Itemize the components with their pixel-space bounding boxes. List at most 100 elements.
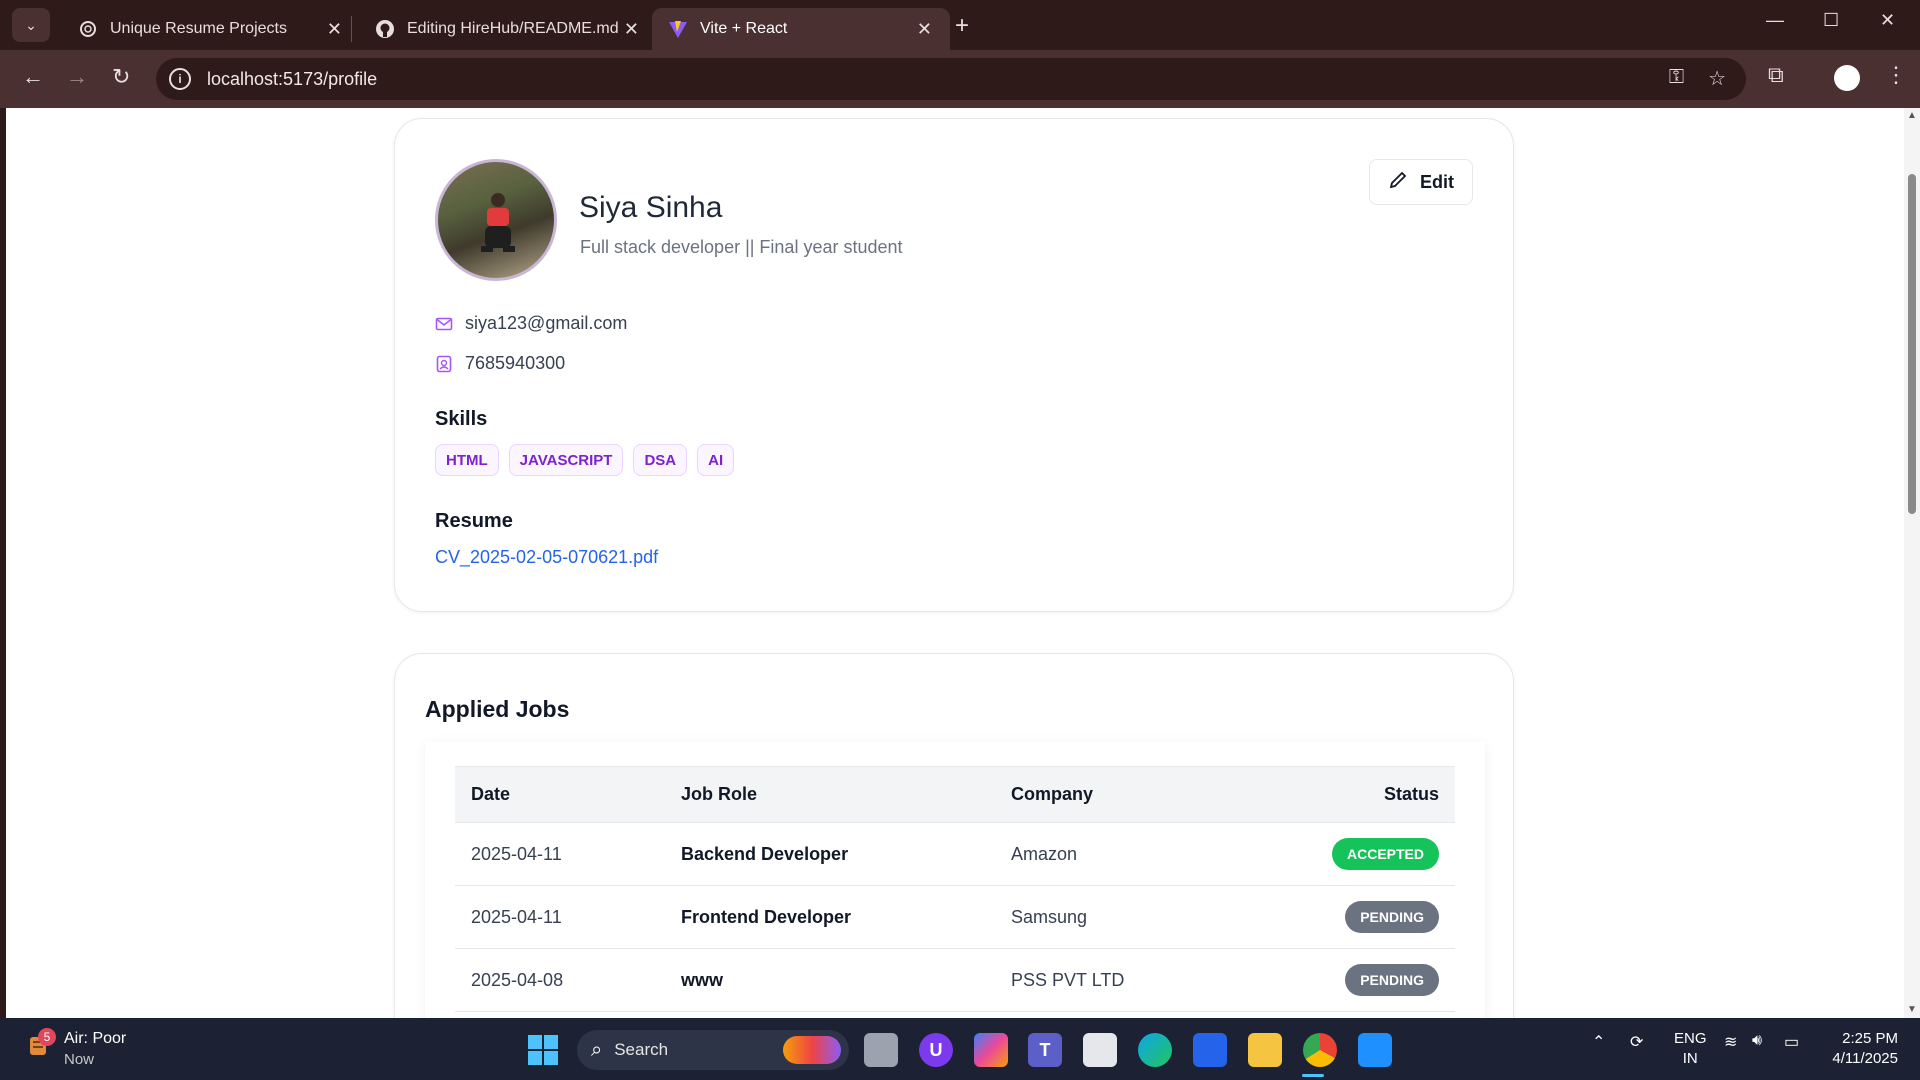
bookmark-star-icon[interactable]: ☆ bbox=[1708, 66, 1726, 91]
contact-card-icon bbox=[435, 355, 453, 373]
password-key-icon[interactable]: ⚿ bbox=[1669, 66, 1684, 91]
skill-badge: AI bbox=[697, 444, 735, 476]
close-icon[interactable]: ✕ bbox=[624, 19, 639, 40]
column-header-company: Company bbox=[995, 766, 1231, 823]
tab-title: Vite + React bbox=[700, 20, 788, 37]
tab-title: Editing HireHub/README.md at bbox=[407, 20, 619, 37]
pencil-icon bbox=[1388, 170, 1408, 195]
weather-title[interactable]: Air: Poor bbox=[64, 1030, 126, 1048]
language-indicator[interactable]: ENG IN bbox=[1674, 1029, 1707, 1069]
file-explorer-icon[interactable] bbox=[1248, 1033, 1282, 1067]
clock-time: 2:25 PM bbox=[1842, 1030, 1898, 1047]
browser-toolbar: ← → ↻ i localhost:5173/profile ⚿ ☆ ⧉ ⋮ bbox=[0, 50, 1920, 108]
profile-avatar-icon[interactable] bbox=[1834, 65, 1860, 91]
task-view-icon[interactable] bbox=[864, 1033, 898, 1067]
tab-search-dropdown-icon[interactable]: ⌄ bbox=[12, 8, 50, 42]
job-role: Backend Developer bbox=[665, 822, 995, 886]
site-info-icon[interactable]: i bbox=[169, 68, 191, 90]
profile-tagline: Full stack developer || Final year stude… bbox=[580, 237, 903, 257]
copilot-icon[interactable] bbox=[974, 1033, 1008, 1067]
status-badge: ACCEPTED bbox=[1331, 838, 1439, 870]
maximize-icon[interactable]: ☐ bbox=[1823, 10, 1839, 31]
reload-icon[interactable]: ↻ bbox=[112, 64, 130, 90]
job-role: www bbox=[665, 948, 995, 1012]
table-row: 2025-04-11 Backend Developer Amazon ACCE… bbox=[455, 822, 1455, 886]
taskbar-search-box[interactable]: ⌕ Search bbox=[577, 1030, 849, 1070]
edge-icon[interactable] bbox=[1138, 1033, 1172, 1067]
scroll-thumb[interactable] bbox=[1908, 174, 1916, 514]
skills-list: HTML JAVASCRIPT DSA AI bbox=[435, 444, 735, 476]
url-text[interactable]: localhost:5173/profile bbox=[207, 69, 377, 90]
wifi-icon[interactable]: ≋ bbox=[1724, 1032, 1737, 1052]
job-company: Samsung bbox=[995, 885, 1231, 949]
job-company: Amazon bbox=[995, 822, 1231, 886]
job-company: PSS PVT LTD bbox=[995, 948, 1231, 1012]
extensions-puzzle-icon[interactable]: ⧉ bbox=[1768, 62, 1784, 88]
status-badge: PENDING bbox=[1345, 901, 1439, 933]
person-figure-icon bbox=[481, 193, 515, 252]
back-arrow-icon[interactable]: ← bbox=[22, 64, 44, 90]
tab-vite-react[interactable]: Vite + React ✕ bbox=[652, 8, 950, 50]
microsoft-store-icon[interactable] bbox=[1083, 1033, 1117, 1067]
volume-icon[interactable]: 🔊︎ bbox=[1752, 1032, 1762, 1050]
minimize-icon[interactable]: — bbox=[1766, 10, 1784, 31]
system-clock[interactable]: 2:25 PM 4/11/2025 bbox=[1826, 1029, 1898, 1069]
column-header-job-role: Job Role bbox=[665, 766, 995, 823]
scroll-up-arrow-icon[interactable]: ▲ bbox=[1907, 110, 1917, 121]
status-cell: PENDING bbox=[1230, 948, 1455, 1012]
vite-icon bbox=[668, 19, 688, 39]
windows-start-icon[interactable] bbox=[528, 1035, 558, 1065]
close-icon[interactable]: ✕ bbox=[327, 19, 342, 40]
job-role: Frontend Developer bbox=[665, 885, 995, 949]
weather-subtitle: Now bbox=[64, 1051, 95, 1068]
battery-icon[interactable]: ▭ bbox=[1784, 1032, 1799, 1052]
skill-badge: HTML bbox=[435, 444, 499, 476]
resume-heading: Resume bbox=[435, 510, 513, 532]
search-label: Search bbox=[614, 1040, 669, 1059]
scroll-down-arrow-icon[interactable]: ▼ bbox=[1907, 1004, 1917, 1015]
show-hidden-icons-chevron-icon[interactable]: ⌃ bbox=[1592, 1032, 1605, 1052]
skill-badge: DSA bbox=[633, 444, 688, 476]
sync-icon[interactable]: ⟳ bbox=[1630, 1032, 1643, 1052]
status-cell: ACCEPTED bbox=[1230, 822, 1455, 886]
vscode-icon[interactable] bbox=[1358, 1033, 1392, 1067]
edit-label: Edit bbox=[1420, 171, 1454, 192]
profile-card: Siya Sinha Full stack developer || Final… bbox=[394, 118, 1514, 612]
mail-icon bbox=[435, 315, 453, 333]
active-app-indicator bbox=[1302, 1074, 1324, 1077]
windows-taskbar: 5 Air: Poor Now ⌕ Search U T ⌃ ⟳ ENG IN … bbox=[0, 1018, 1920, 1080]
clock-date: 4/11/2025 bbox=[1832, 1050, 1898, 1067]
chrome-icon[interactable] bbox=[1303, 1033, 1337, 1067]
tab-editing-hirehub-readme[interactable]: Editing HireHub/README.md at ✕ bbox=[359, 8, 657, 50]
skill-badge: JAVASCRIPT bbox=[508, 444, 624, 476]
new-tab-button[interactable]: + bbox=[955, 12, 969, 40]
profile-photo bbox=[435, 159, 557, 281]
profile-name: Siya Sinha bbox=[579, 191, 723, 224]
teams-icon[interactable]: T bbox=[1028, 1033, 1062, 1067]
phone-text: 7685940300 bbox=[465, 353, 566, 373]
applied-jobs-card: Applied Jobs Date Job Role Company Statu… bbox=[394, 653, 1514, 1018]
address-bar[interactable]: i localhost:5173/profile ⚿ ☆ bbox=[156, 58, 1746, 100]
page-scrollbar[interactable]: ▲ ▼ bbox=[1904, 108, 1920, 1018]
applied-jobs-title: Applied Jobs bbox=[425, 696, 570, 722]
forward-arrow-icon[interactable]: → bbox=[66, 64, 88, 90]
browser-tab-bar: ⌄ Unique Resume Projects ✕ Editing HireH… bbox=[0, 0, 1920, 50]
status-badge: PENDING bbox=[1345, 964, 1439, 996]
close-window-icon[interactable]: ✕ bbox=[1880, 10, 1895, 31]
language-line2: IN bbox=[1682, 1050, 1698, 1067]
resume-link[interactable]: CV_2025-02-05-070621.pdf bbox=[435, 547, 658, 568]
u-app-icon[interactable]: U bbox=[919, 1033, 953, 1067]
table-row: 2025-04-08 www PSS PVT LTD PENDING bbox=[455, 948, 1455, 1012]
job-date: 2025-04-11 bbox=[455, 885, 665, 949]
edit-profile-button[interactable]: Edit bbox=[1369, 159, 1473, 205]
tab-unique-resume-projects[interactable]: Unique Resume Projects ✕ bbox=[62, 8, 360, 50]
menu-kebab-icon[interactable]: ⋮ bbox=[1885, 62, 1907, 88]
search-icon: ⌕ bbox=[591, 1038, 603, 1061]
productivity-app-icon[interactable] bbox=[1193, 1033, 1227, 1067]
table-header-row: Date Job Role Company Status bbox=[455, 766, 1455, 823]
weather-notification-badge: 5 bbox=[38, 1028, 56, 1046]
close-icon[interactable]: ✕ bbox=[917, 19, 932, 40]
email-text: siya123@gmail.com bbox=[465, 313, 628, 333]
tab-title: Unique Resume Projects bbox=[110, 20, 287, 37]
column-header-date: Date bbox=[455, 766, 665, 823]
